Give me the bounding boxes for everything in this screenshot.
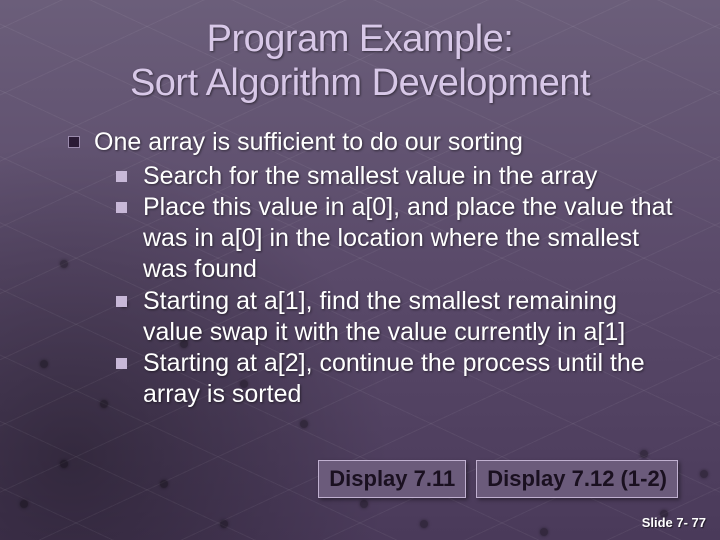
- slide-content: One array is sufficient to do our sortin…: [40, 127, 680, 410]
- top-point-text: One array is sufficient to do our sortin…: [94, 127, 523, 158]
- display-7-11-button[interactable]: Display 7.11: [318, 460, 466, 498]
- square-bullet-icon: [68, 136, 80, 148]
- slide-title: Program Example: Sort Algorithm Developm…: [40, 18, 680, 105]
- square-bullet-icon: [116, 202, 127, 213]
- sub-point-text: Search for the smallest value in the arr…: [143, 161, 597, 192]
- list-item: Search for the smallest value in the arr…: [116, 161, 680, 192]
- slide-number: Slide 7- 77: [642, 515, 706, 530]
- list-item: Place this value in a[0], and place the …: [116, 192, 680, 286]
- sub-point-text: Place this value in a[0], and place the …: [143, 192, 680, 286]
- title-line-1: Program Example:: [207, 18, 514, 60]
- sub-bullet-list: Search for the smallest value in the arr…: [68, 161, 680, 411]
- display-7-12-button[interactable]: Display 7.12 (1-2): [476, 460, 678, 498]
- square-bullet-icon: [116, 296, 127, 307]
- slide: Program Example: Sort Algorithm Developm…: [0, 0, 720, 540]
- display-buttons-row: Display 7.11 Display 7.12 (1-2): [318, 460, 678, 498]
- square-bullet-icon: [116, 358, 127, 369]
- square-bullet-icon: [116, 171, 127, 182]
- list-item: Starting at a[2], continue the process u…: [116, 348, 680, 411]
- sub-point-text: Starting at a[1], find the smallest rema…: [143, 286, 680, 349]
- list-item: Starting at a[1], find the smallest rema…: [116, 286, 680, 349]
- sub-point-text: Starting at a[2], continue the process u…: [143, 348, 680, 411]
- top-bullet-item: One array is sufficient to do our sortin…: [68, 127, 680, 158]
- title-line-2: Sort Algorithm Development: [130, 62, 590, 104]
